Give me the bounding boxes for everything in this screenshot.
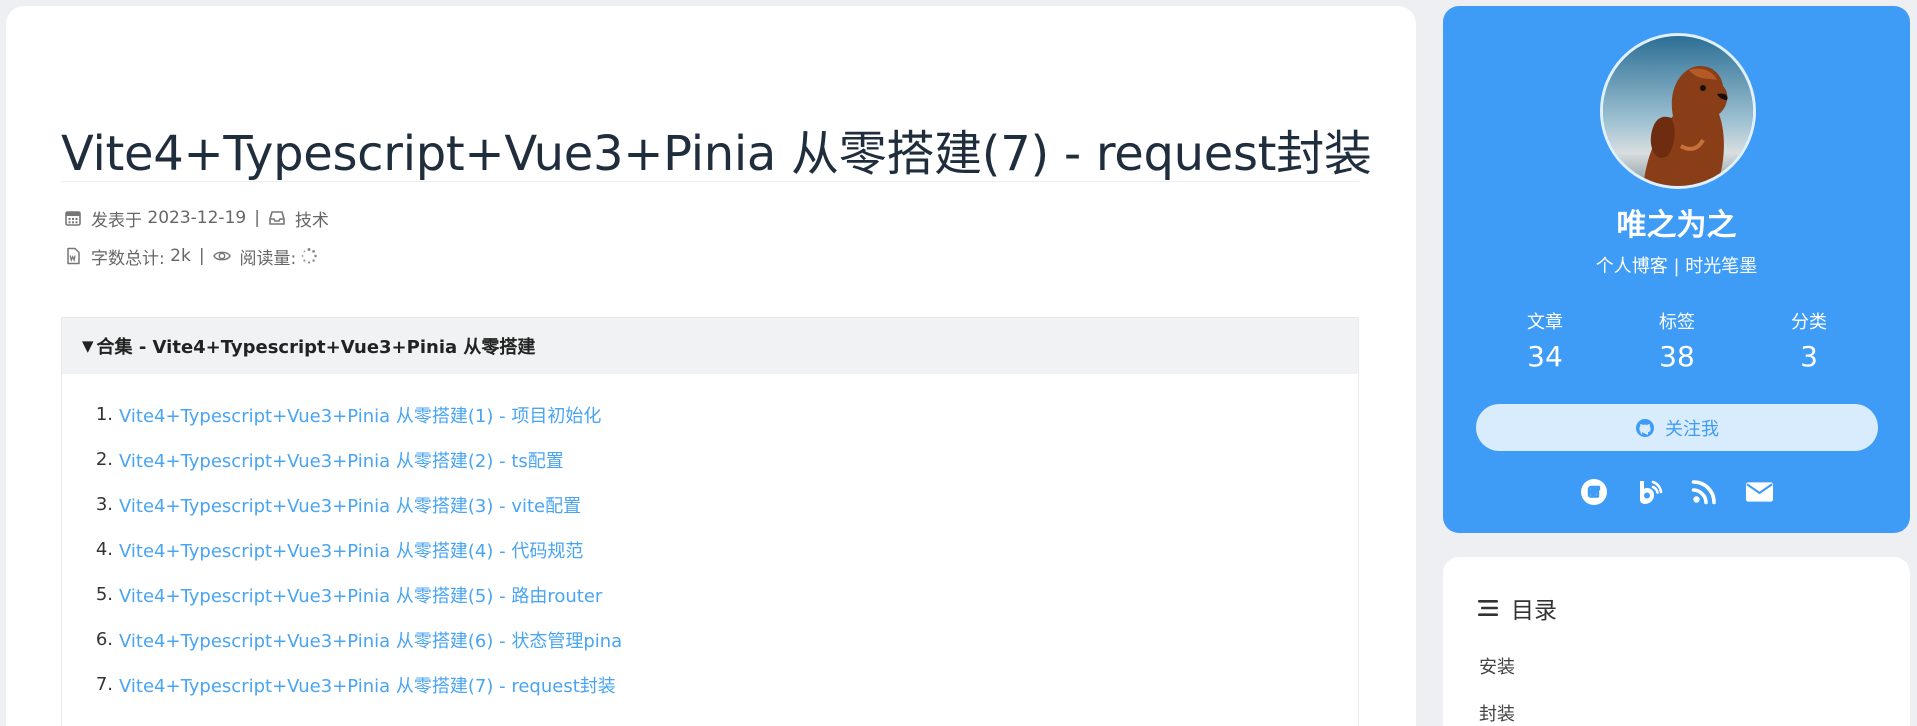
toc-item[interactable]: 封装 — [1479, 700, 1515, 726]
collection-link[interactable]: Vite4+Typescript+Vue3+Pinia 从零搭建(7) - re… — [119, 672, 616, 698]
article-card: Vite4+Typescript+Vue3+Pinia 从零搭建(7) - re… — [6, 6, 1416, 726]
list-number: 4. — [95, 539, 113, 560]
expand-triangle-icon: ▼ — [82, 337, 94, 355]
list-number: 1. — [95, 404, 113, 425]
list-item: 2. Vite4+Typescript+Vue3+Pinia 从零搭建(2) - … — [62, 437, 1358, 482]
stat-label: 标签 — [1659, 312, 1695, 333]
follow-button[interactable]: 关注我 — [1476, 404, 1878, 451]
toc-title: 目录 — [1511, 598, 1557, 624]
meta-separator: | — [198, 246, 205, 266]
posted-label: 发表于 — [91, 210, 142, 231]
post-meta-first-line: 发表于 2023-12-19 | 技术 — [64, 205, 329, 231]
stat-label: 文章 — [1527, 312, 1563, 333]
stat-label: 分类 — [1791, 312, 1827, 333]
stat-categories[interactable]: 分类 3 — [1749, 308, 1869, 373]
wordcount-value: 2k — [170, 246, 191, 266]
author-slogan: 个人博客 | 时光笔墨 — [1595, 256, 1758, 277]
collection-link[interactable]: Vite4+Typescript+Vue3+Pinia 从零搭建(2) - ts… — [119, 447, 564, 473]
wordcount-label: 字数总计: — [91, 248, 165, 269]
list-number: 3. — [95, 494, 113, 515]
follow-label: 关注我 — [1665, 418, 1719, 440]
inbox-icon — [268, 209, 286, 227]
menu-lines-icon — [1478, 600, 1498, 616]
blog-icon[interactable] — [1635, 477, 1664, 506]
stat-value: 3 — [1800, 340, 1818, 373]
loading-spinner-icon — [300, 247, 318, 265]
social-links — [1443, 477, 1910, 506]
toc-heading: 目录 — [1477, 591, 1557, 625]
toc-item[interactable]: 安装 — [1479, 653, 1515, 679]
post-title: Vite4+Typescript+Vue3+Pinia 从零搭建(7) - re… — [61, 126, 1372, 182]
author-profile-card: 唯之为之 个人博客 | 时光笔墨 文章 34 标签 38 分类 3 关注我 — [1443, 6, 1910, 533]
list-item: 4. Vite4+Typescript+Vue3+Pinia 从零搭建(4) - … — [62, 527, 1358, 572]
stat-tags[interactable]: 标签 38 — [1617, 308, 1737, 373]
list-number: 7. — [95, 674, 113, 695]
author-name: 唯之为之 — [1616, 208, 1737, 243]
list-number: 6. — [95, 629, 113, 650]
list-item: 6. Vite4+Typescript+Vue3+Pinia 从零搭建(6) - … — [62, 617, 1358, 662]
list-number: 2. — [95, 449, 113, 470]
collection-link[interactable]: Vite4+Typescript+Vue3+Pinia 从零搭建(3) - vi… — [119, 492, 581, 518]
post-category[interactable]: 技术 — [295, 206, 329, 231]
page: Vite4+Typescript+Vue3+Pinia 从零搭建(7) - re… — [0, 0, 1917, 726]
stat-value: 34 — [1527, 340, 1563, 373]
collection-link[interactable]: Vite4+Typescript+Vue3+Pinia 从零搭建(6) - 状态… — [119, 627, 622, 653]
gitee-icon[interactable] — [1580, 477, 1609, 506]
list-item: 3. Vite4+Typescript+Vue3+Pinia 从零搭建(3) - … — [62, 482, 1358, 527]
meta-separator: | — [254, 208, 260, 228]
views-label: 阅读量: — [239, 248, 297, 269]
collection-summary[interactable]: ▼ 合集 - Vite4+Typescript+Vue3+Pinia 从零搭建 — [62, 318, 1358, 374]
collection-box: ▼ 合集 - Vite4+Typescript+Vue3+Pinia 从零搭建 … — [61, 317, 1359, 726]
list-item: 5. Vite4+Typescript+Vue3+Pinia 从零搭建(5) - … — [62, 572, 1358, 617]
collection-title: 合集 - Vite4+Typescript+Vue3+Pinia 从零搭建 — [96, 337, 536, 358]
posted-date: 2023-12-19 — [147, 208, 247, 228]
collection-list: 1. Vite4+Typescript+Vue3+Pinia 从零搭建(1) - … — [62, 374, 1358, 707]
post-meta-second-line: 字数总计: 2k | 阅读量: — [64, 243, 318, 269]
title-divider — [61, 181, 1359, 182]
word-file-icon — [64, 247, 82, 265]
collection-link[interactable]: Vite4+Typescript+Vue3+Pinia 从零搭建(5) - 路由… — [119, 582, 602, 608]
list-item: 1. Vite4+Typescript+Vue3+Pinia 从零搭建(1) - … — [62, 392, 1358, 437]
collection-link[interactable]: Vite4+Typescript+Vue3+Pinia 从零搭建(1) - 项目… — [119, 402, 601, 428]
stat-articles[interactable]: 文章 34 — [1485, 308, 1605, 373]
stat-value: 38 — [1659, 340, 1695, 373]
list-item: 7. Vite4+Typescript+Vue3+Pinia 从零搭建(7) - … — [62, 662, 1358, 707]
mail-icon[interactable] — [1745, 477, 1774, 506]
calendar-icon — [64, 209, 82, 227]
rss-icon[interactable] — [1690, 477, 1719, 506]
eye-icon — [212, 247, 231, 265]
collection-link[interactable]: Vite4+Typescript+Vue3+Pinia 从零搭建(4) - 代码… — [119, 537, 583, 563]
table-of-contents-card: 目录 安装 封装 — [1443, 557, 1910, 726]
avatar[interactable] — [1600, 33, 1756, 189]
list-number: 5. — [95, 584, 113, 605]
github-icon — [1636, 418, 1654, 437]
